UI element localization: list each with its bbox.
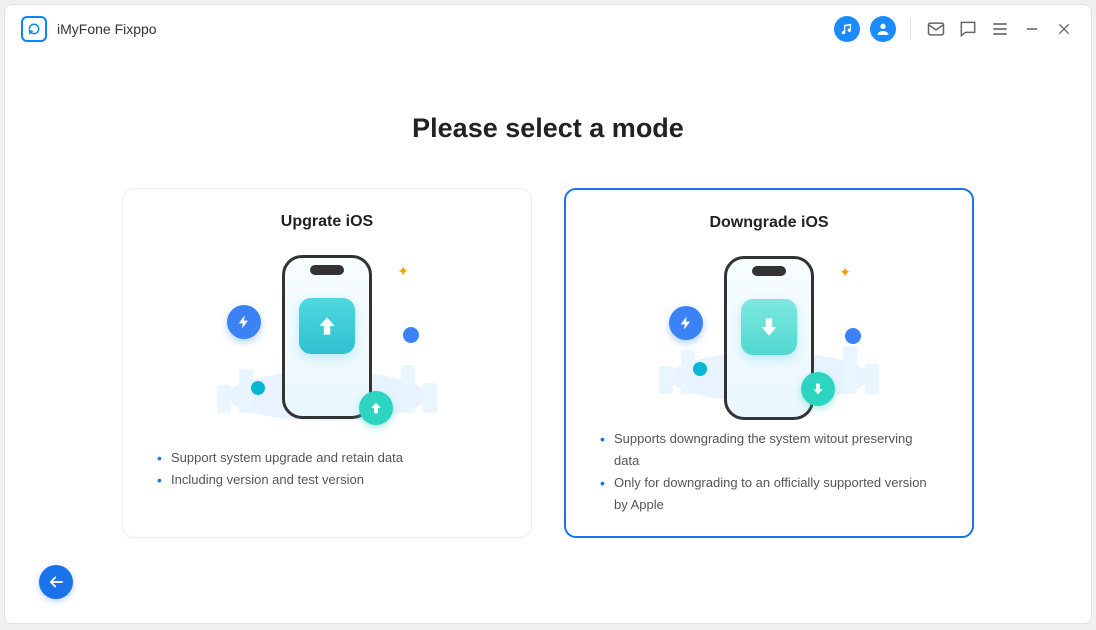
- separator: [910, 18, 911, 40]
- upgrade-card[interactable]: Upgrate iOS ✦: [122, 188, 532, 538]
- music-icon[interactable]: [834, 16, 860, 42]
- content-area: Please select a mode Upgrate iOS ✦: [5, 53, 1091, 623]
- upgrade-title: Upgrate iOS: [281, 213, 373, 231]
- upgrade-illustration-icon: ✦: [217, 249, 437, 429]
- downgrade-bullet-2: Only for downgrading to an officially su…: [598, 472, 940, 516]
- app-window: iMyFone Fixppo: [4, 4, 1092, 624]
- titlebar: iMyFone Fixppo: [5, 5, 1091, 53]
- app-logo-icon: [21, 16, 47, 42]
- titlebar-actions: [834, 16, 1075, 42]
- downgrade-bullets: Supports downgrading the system witout p…: [594, 428, 944, 516]
- mode-cards: Upgrate iOS ✦: [122, 188, 974, 538]
- downgrade-card[interactable]: Downgrade iOS ✦: [564, 188, 974, 538]
- close-icon[interactable]: [1053, 18, 1075, 40]
- back-button[interactable]: [39, 565, 73, 599]
- page-title: Please select a mode: [412, 113, 684, 144]
- feedback-icon[interactable]: [957, 18, 979, 40]
- minimize-icon[interactable]: [1021, 18, 1043, 40]
- menu-icon[interactable]: [989, 18, 1011, 40]
- account-icon[interactable]: [870, 16, 896, 42]
- app-title: iMyFone Fixppo: [57, 21, 157, 37]
- upgrade-bullets: Support system upgrade and retain data I…: [151, 447, 503, 491]
- downgrade-title: Downgrade iOS: [709, 214, 828, 232]
- upgrade-bullet-1: Support system upgrade and retain data: [155, 447, 499, 469]
- arrow-left-icon: [47, 573, 65, 591]
- downgrade-illustration-icon: ✦: [659, 250, 879, 410]
- upgrade-bullet-2: Including version and test version: [155, 469, 499, 491]
- mail-icon[interactable]: [925, 18, 947, 40]
- downgrade-bullet-1: Supports downgrading the system witout p…: [598, 428, 940, 472]
